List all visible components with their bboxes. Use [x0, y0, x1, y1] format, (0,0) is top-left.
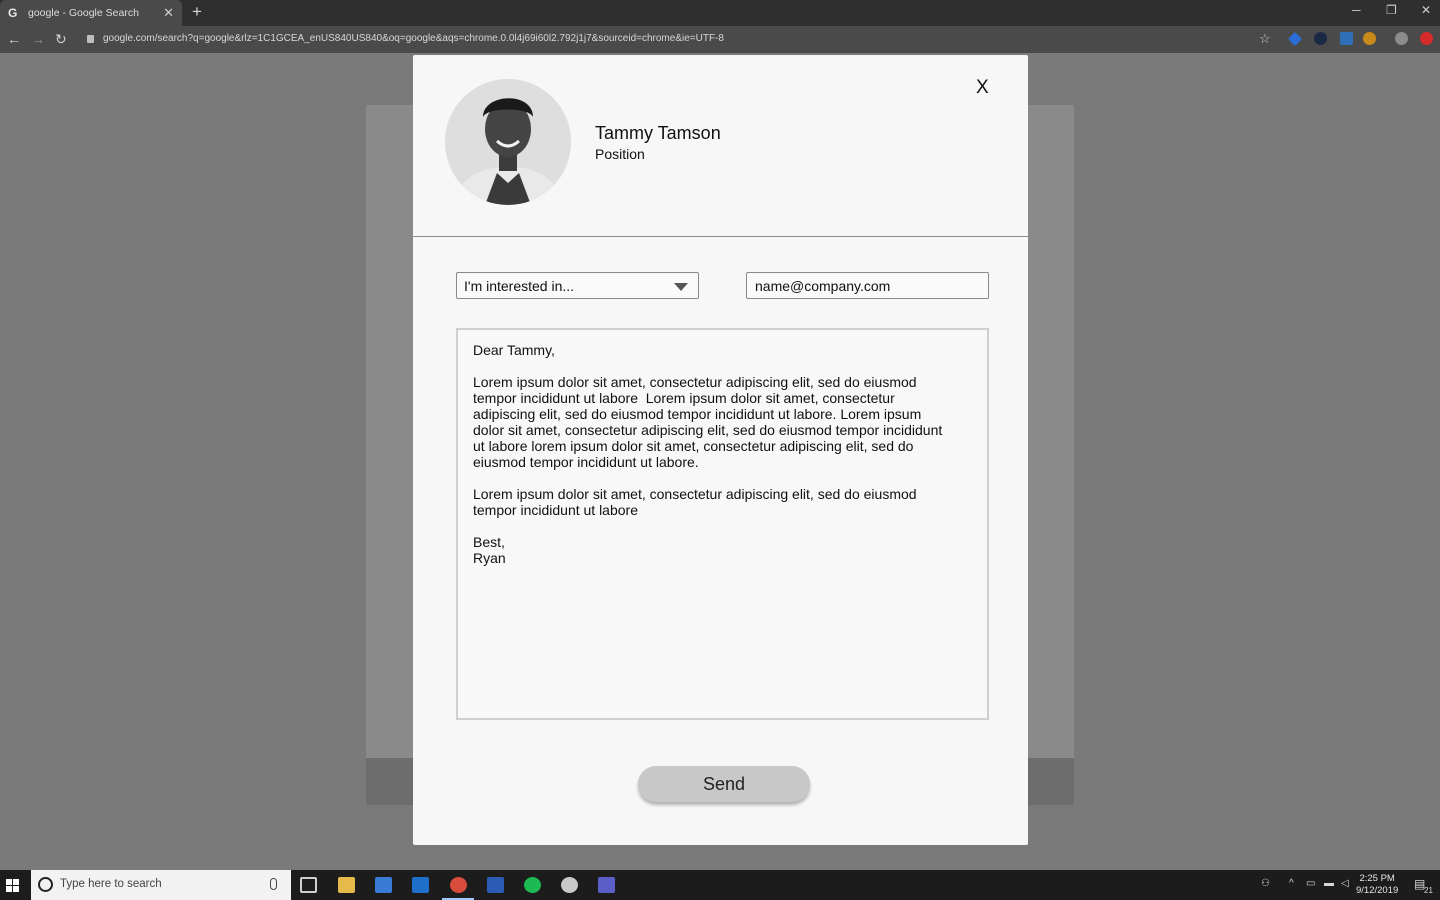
contact-name: Tammy Tamson — [595, 123, 721, 143]
taskbar-clock[interactable]: 2:25 PM 9/12/2019 — [1356, 873, 1398, 897]
battery-icon[interactable]: ▬ — [1324, 878, 1334, 889]
minimize-icon[interactable]: ─ — [1352, 3, 1361, 17]
microphone-icon[interactable] — [270, 878, 277, 890]
extension-icon[interactable] — [1314, 32, 1327, 45]
close-modal-button[interactable]: X — [976, 77, 989, 99]
tab-title: google - Google Search — [28, 7, 139, 19]
message-signoff: Best, Ryan — [473, 534, 506, 566]
bookmark-star-icon[interactable]: ☆ — [1259, 31, 1271, 47]
restore-icon[interactable]: ❐ — [1386, 3, 1397, 17]
outlook-icon[interactable] — [412, 877, 429, 893]
browser-tab[interactable]: G google - Google Search ✕ — [0, 0, 182, 26]
teams-icon[interactable] — [598, 877, 615, 893]
reload-icon[interactable]: ↻ — [55, 31, 67, 48]
word-icon[interactable] — [487, 877, 504, 893]
message-greeting: Dear Tammy, — [473, 342, 555, 358]
cortana-icon[interactable] — [38, 877, 53, 892]
window-close-icon[interactable]: ✕ — [1421, 3, 1431, 17]
chevron-down-icon — [674, 283, 688, 291]
store-icon[interactable] — [375, 877, 392, 893]
clock-time: 2:25 PM — [1359, 873, 1395, 884]
address-bar[interactable]: google.com/search?q=google&rlz=1C1GCEA_e… — [103, 33, 724, 44]
message-paragraph: Lorem ipsum dolor sit amet, consectetur … — [473, 486, 917, 518]
taskbar-search-box[interactable]: Type here to search — [31, 870, 291, 900]
send-button[interactable]: Send — [638, 766, 810, 802]
chrome-icon[interactable] — [450, 877, 467, 893]
windows-taskbar: Type here to search ⚇ ^ ▭ ▬ ◁ 2:25 PM 9/… — [0, 870, 1440, 900]
volume-icon[interactable]: ◁ — [1341, 878, 1349, 889]
message-textarea[interactable]: Dear Tammy, Lorem ipsum dolor sit amet, … — [456, 328, 989, 720]
email-field[interactable] — [746, 272, 989, 299]
chevron-up-icon[interactable]: ^ — [1289, 878, 1294, 889]
task-view-icon[interactable] — [300, 877, 317, 893]
contact-avatar — [445, 79, 571, 205]
browser-tabbar: G google - Google Search ✕ + ─ ❐ ✕ — [0, 0, 1440, 26]
spotify-icon[interactable] — [524, 877, 541, 893]
browser-toolbar: ← → ↻ google.com/search?q=google&rlz=1C1… — [0, 26, 1440, 53]
extension-icon[interactable] — [1340, 32, 1353, 45]
forward-icon[interactable]: → — [31, 31, 45, 47]
extension-icon[interactable] — [1287, 31, 1303, 47]
interest-select[interactable]: I'm interested in... — [456, 272, 699, 299]
file-explorer-icon[interactable] — [338, 877, 355, 893]
contact-modal: X Tammy Tamson Position I'm interested i… — [413, 55, 1028, 845]
contact-position: Position — [595, 146, 645, 162]
back-icon[interactable]: ← — [7, 31, 21, 47]
network-icon[interactable]: ▭ — [1306, 878, 1315, 889]
message-paragraph: Lorem ipsum dolor sit amet, consectetur … — [473, 374, 943, 470]
windows-start-icon[interactable] — [6, 879, 19, 892]
new-tab-icon[interactable]: + — [192, 2, 202, 22]
notification-count-badge: 21 — [1424, 886, 1433, 895]
profile-avatar-icon[interactable] — [1395, 32, 1408, 45]
lock-icon — [87, 35, 94, 43]
google-favicon-icon: G — [8, 6, 18, 20]
interest-select-value: I'm interested in... — [464, 278, 575, 294]
person-photo-icon — [445, 79, 571, 205]
clock-date: 9/12/2019 — [1356, 885, 1399, 896]
tab-close-icon[interactable]: ✕ — [163, 5, 174, 21]
extension-icon[interactable] — [1363, 32, 1376, 45]
extension-icon[interactable] — [1420, 32, 1433, 45]
slack-icon[interactable] — [561, 877, 578, 893]
people-icon[interactable]: ⚇ — [1261, 878, 1270, 889]
header-divider — [413, 236, 1028, 237]
taskbar-search-placeholder: Type here to search — [60, 878, 162, 890]
